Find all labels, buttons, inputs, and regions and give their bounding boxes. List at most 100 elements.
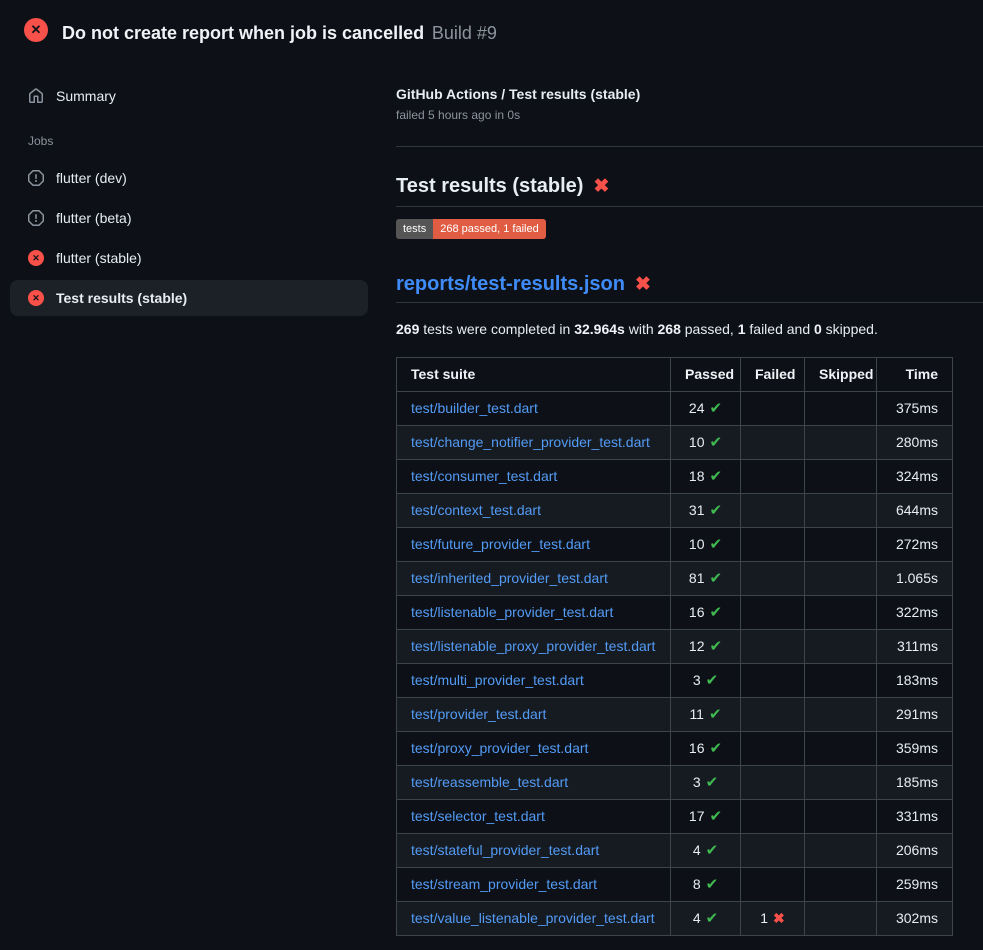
- suite-link[interactable]: test/context_test.dart: [411, 502, 541, 518]
- passed-cell: 16 ✔: [671, 596, 741, 630]
- suite-link[interactable]: test/listenable_proxy_provider_test.dart: [411, 638, 655, 654]
- suite-link[interactable]: test/change_notifier_provider_test.dart: [411, 434, 650, 450]
- failed-cell: [741, 800, 805, 834]
- check-icon: ✔: [710, 400, 723, 417]
- failed-cell: [741, 868, 805, 902]
- report-file-link[interactable]: reports/test-results.json: [396, 273, 625, 295]
- suite-cell: test/value_listenable_provider_test.dart: [397, 902, 671, 936]
- jobs-heading: Jobs: [28, 134, 368, 148]
- failed-x-icon: ✖: [635, 274, 651, 295]
- failed-x-icon: ✖: [593, 176, 609, 197]
- suite-cell: test/listenable_proxy_provider_test.dart: [397, 630, 671, 664]
- failed-status-icon: ✕: [28, 290, 44, 306]
- check-icon: ✔: [710, 502, 723, 519]
- suite-link[interactable]: test/builder_test.dart: [411, 400, 538, 416]
- suite-cell: test/consumer_test.dart: [397, 460, 671, 494]
- failed-cell: [741, 834, 805, 868]
- failed-cell: [741, 528, 805, 562]
- failed-cell: [741, 732, 805, 766]
- check-icon: ✔: [710, 604, 723, 621]
- skipped-cell: [805, 562, 877, 596]
- table-row: test/context_test.dart31✔644ms: [397, 494, 953, 528]
- suite-link[interactable]: test/reassemble_test.dart: [411, 774, 568, 790]
- time-cell: 375ms: [877, 392, 953, 426]
- skipped-cell: [805, 800, 877, 834]
- passed-number: 18: [689, 468, 705, 484]
- sidebar-job-label: flutter (beta): [56, 210, 131, 226]
- passed-number: 3: [693, 774, 701, 790]
- time-cell: 206ms: [877, 834, 953, 868]
- sidebar-item-summary[interactable]: Summary: [10, 80, 368, 112]
- skipped-cell: [805, 528, 877, 562]
- passed-number: 12: [689, 638, 705, 654]
- suite-link[interactable]: test/multi_provider_test.dart: [411, 672, 584, 688]
- skipped-cell: [805, 596, 877, 630]
- skipped-cell: [805, 426, 877, 460]
- time-cell: 259ms: [877, 868, 953, 902]
- passed-number: 4: [693, 910, 701, 926]
- table-row: test/provider_test.dart11✔291ms: [397, 698, 953, 732]
- duration-value: 32.964s: [574, 321, 625, 337]
- sidebar-item-flutter-beta[interactable]: flutter (beta): [10, 200, 368, 236]
- suite-link[interactable]: test/consumer_test.dart: [411, 468, 557, 484]
- suite-link[interactable]: test/stream_provider_test.dart: [411, 876, 597, 892]
- sidebar-item-flutter-dev[interactable]: flutter (dev): [10, 160, 368, 196]
- time-cell: 331ms: [877, 800, 953, 834]
- suite-link[interactable]: test/proxy_provider_test.dart: [411, 740, 588, 756]
- suite-link[interactable]: test/value_listenable_provider_test.dart: [411, 910, 655, 926]
- header-failed: Failed: [741, 358, 805, 392]
- suite-link[interactable]: test/listenable_provider_test.dart: [411, 604, 613, 620]
- suite-cell: test/builder_test.dart: [397, 392, 671, 426]
- failed-cell: [741, 460, 805, 494]
- passed-cell: 24 ✔: [671, 392, 741, 426]
- sidebar-job-label: Test results (stable): [56, 290, 187, 306]
- suite-link[interactable]: test/selector_test.dart: [411, 808, 545, 824]
- skipped-cell: [805, 698, 877, 732]
- time-cell: 359ms: [877, 732, 953, 766]
- passed-number: 11: [689, 706, 704, 722]
- suite-link[interactable]: test/inherited_provider_test.dart: [411, 570, 608, 586]
- summary-text: passed,: [681, 321, 738, 337]
- summary-line: 269 tests were completed in 32.964s with…: [396, 319, 983, 339]
- results-table-body: test/builder_test.dart24✔375mstest/chang…: [397, 392, 953, 936]
- passed-number: 81: [689, 570, 705, 586]
- table-row: test/consumer_test.dart 18 ✔ 324ms: [397, 460, 953, 494]
- passed-cell: 11✔: [671, 698, 741, 732]
- table-row: test/value_listenable_provider_test.dart…: [397, 902, 953, 936]
- summary-text: with: [625, 321, 658, 337]
- breadcrumb: GitHub Actions / Test results (stable): [396, 86, 983, 102]
- suite-link[interactable]: test/provider_test.dart: [411, 706, 546, 722]
- suite-link[interactable]: test/future_provider_test.dart: [411, 536, 590, 552]
- failed-cell: [741, 494, 805, 528]
- suite-link[interactable]: test/stateful_provider_test.dart: [411, 842, 599, 858]
- time-cell: 1.065s: [877, 562, 953, 596]
- time-cell: 185ms: [877, 766, 953, 800]
- passed-cell: 16✔: [671, 732, 741, 766]
- skipped-cell: [805, 868, 877, 902]
- time-cell: 324ms: [877, 460, 953, 494]
- check-icon: ✔: [710, 434, 723, 451]
- sidebar-item-test-results-stable[interactable]: ✕ Test results (stable): [10, 280, 368, 316]
- passed-number: 24: [689, 400, 705, 416]
- passed-number: 17: [689, 808, 705, 824]
- check-icon: ✔: [706, 672, 719, 689]
- check-icon: ✔: [710, 468, 723, 485]
- table-row: test/change_notifier_provider_test.dart 1…: [397, 426, 953, 460]
- passed-cell: 8✔: [671, 868, 741, 902]
- header-time: Time: [877, 358, 953, 392]
- check-icon: ✔: [710, 740, 723, 757]
- table-row: test/listenable_proxy_provider_test.dart…: [397, 630, 953, 664]
- passed-cell: 4✔: [671, 834, 741, 868]
- sidebar-item-flutter-stable[interactable]: ✕ flutter (stable): [10, 240, 368, 276]
- table-row: test/reassemble_test.dart3✔185ms: [397, 766, 953, 800]
- passed-number: 10: [689, 434, 705, 450]
- check-icon: ✔: [710, 536, 723, 553]
- run-status-text: failed 5 hours ago in 0s: [396, 108, 983, 122]
- test-results-table: Test suite Passed Failed Skipped Time te…: [396, 357, 953, 936]
- suite-cell: test/stream_provider_test.dart: [397, 868, 671, 902]
- check-icon: ✔: [710, 638, 723, 655]
- passed-number: 16: [689, 604, 705, 620]
- failed-cell: [741, 426, 805, 460]
- cancelled-status-icon: [28, 170, 44, 186]
- passed-cell: 17✔: [671, 800, 741, 834]
